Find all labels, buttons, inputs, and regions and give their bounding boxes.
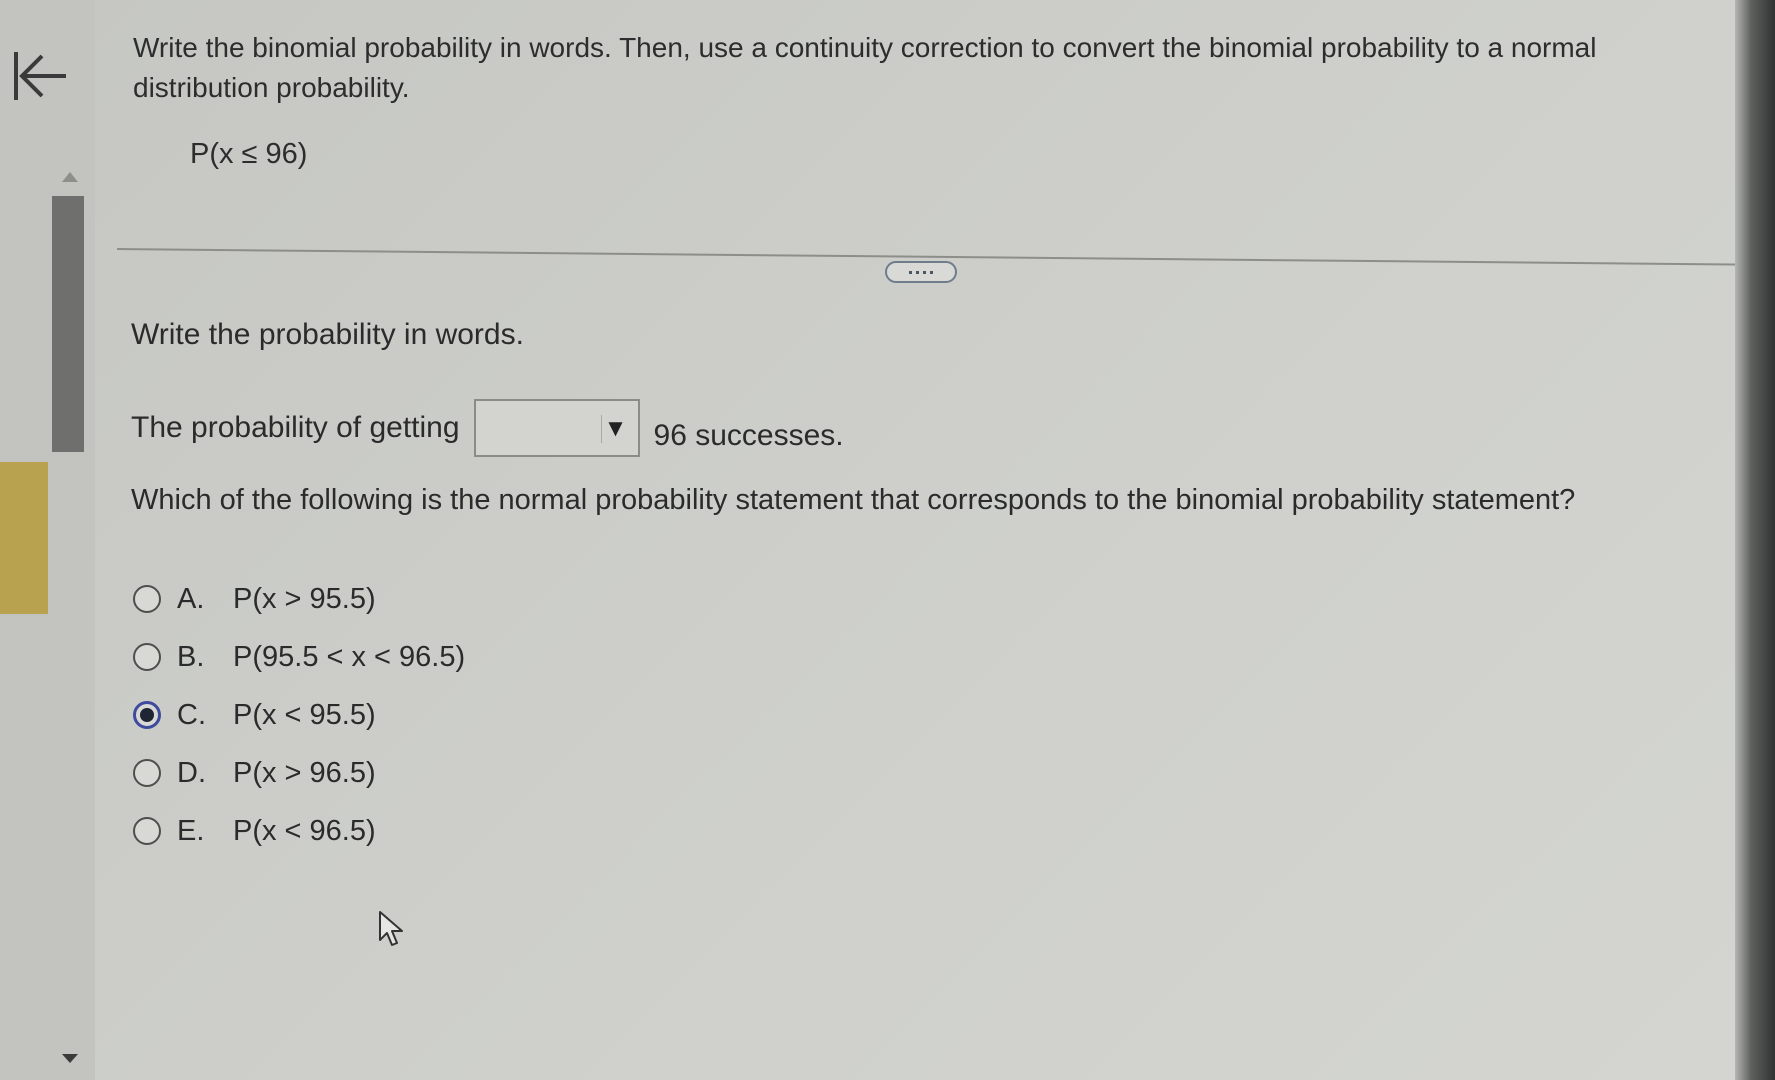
option-text: P(x > 96.5)	[233, 756, 376, 789]
option-e[interactable]: E. P(x < 96.5)	[133, 802, 465, 860]
answer-options: A. P(x > 95.5) B. P(95.5 < x < 96.5) C. …	[133, 570, 465, 860]
answer-sentence: The probability of getting ▼ 96 successe…	[131, 398, 844, 458]
radio-button[interactable]	[133, 759, 161, 787]
radio-selected-dot	[140, 708, 154, 722]
sentence-prefix: The probability of getting	[131, 411, 460, 444]
scrollbar[interactable]	[52, 168, 86, 1068]
option-a[interactable]: A. P(x > 95.5)	[133, 570, 465, 628]
option-letter: B.	[177, 640, 205, 673]
option-letter: A.	[177, 582, 205, 615]
expand-more-button[interactable]	[885, 261, 957, 283]
option-text: P(x > 95.5)	[233, 582, 376, 615]
option-d[interactable]: D. P(x > 96.5)	[133, 744, 465, 802]
option-text: P(x < 95.5)	[233, 698, 376, 731]
back-arrow-icon	[14, 52, 66, 100]
part1-prompt: Write the probability in words.	[131, 318, 524, 351]
comparison-dropdown[interactable]: ▼	[473, 399, 640, 457]
dropdown-arrow-icon[interactable]: ▼	[600, 415, 630, 443]
option-text: P(x < 96.5)	[233, 814, 376, 847]
part2-prompt: Which of the following is the normal pro…	[131, 484, 1576, 516]
option-text: P(95.5 < x < 96.5)	[233, 640, 466, 673]
radio-button[interactable]	[133, 585, 161, 613]
question-instructions: Write the binomial probability in words.…	[133, 32, 1597, 103]
radio-button[interactable]	[133, 817, 161, 845]
option-c[interactable]: C. P(x < 95.5)	[133, 686, 465, 744]
option-letter: C.	[177, 698, 206, 731]
option-letter: D.	[177, 756, 206, 789]
question-panel: Write the binomial probability in words.…	[95, 0, 1747, 1080]
scroll-down-arrow-icon[interactable]	[62, 1054, 78, 1063]
scrollbar-thumb[interactable]	[52, 196, 84, 452]
left-rail	[0, 0, 96, 1080]
scroll-up-arrow-icon[interactable]	[62, 172, 78, 182]
option-letter: E.	[177, 814, 205, 847]
given-probability: P(x ≤ 96)	[190, 138, 308, 170]
radio-button-selected[interactable]	[133, 701, 161, 729]
mouse-cursor-icon	[379, 911, 403, 946]
status-marker	[0, 462, 48, 614]
option-b[interactable]: B. P(95.5 < x < 96.5)	[133, 628, 465, 686]
sentence-suffix: 96 successes.	[653, 419, 844, 452]
right-edge	[1735, 0, 1775, 1080]
radio-button[interactable]	[133, 643, 161, 671]
back-button[interactable]	[10, 46, 70, 106]
